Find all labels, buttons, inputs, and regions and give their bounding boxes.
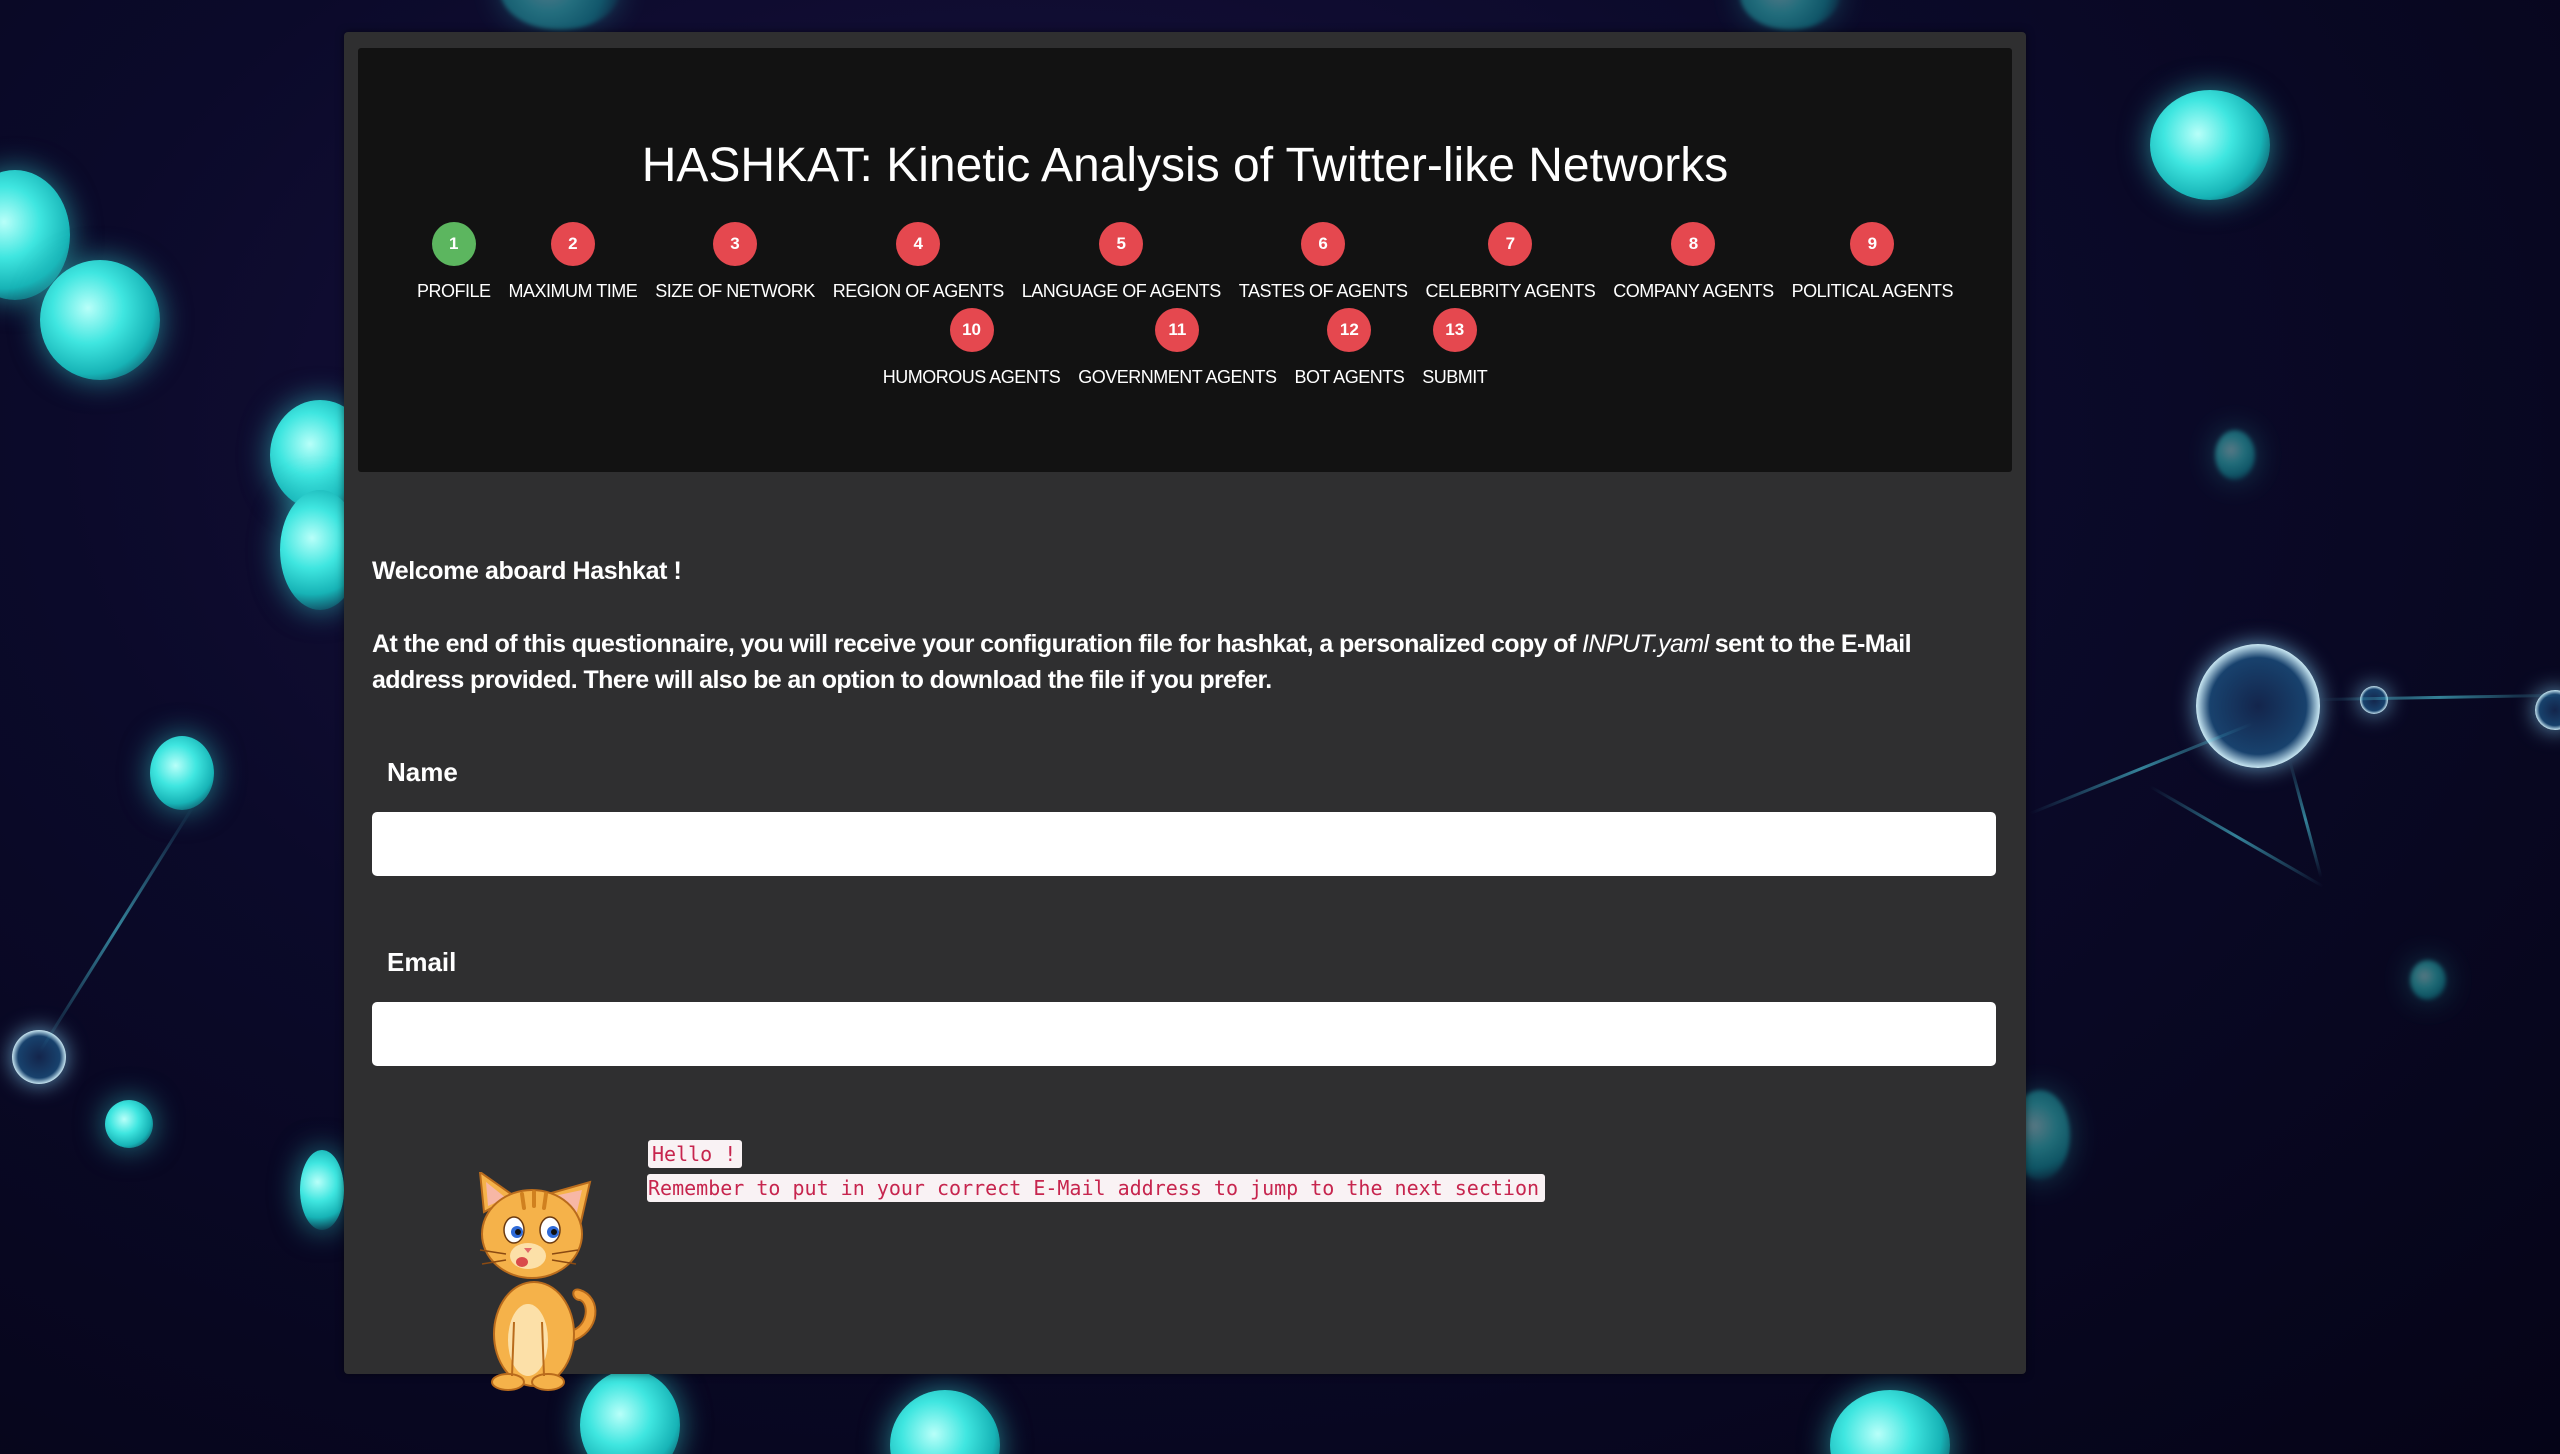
step-political-agents[interactable]: 9 POLITICAL AGENTS (1791, 222, 1954, 302)
email-input[interactable] (372, 1002, 1996, 1066)
profile-form: Welcome aboard Hashkat ! At the end of t… (372, 512, 2002, 1391)
step-label: LANGUAGE OF AGENTS (1021, 281, 1222, 301)
step-label: GOVERNMENT AGENTS (1078, 367, 1277, 387)
intro-filename: INPUT.yaml (1582, 630, 1709, 658)
cat-mascot-icon (462, 1169, 602, 1392)
progress-steps-row-2: 10 HUMOROUS AGENTS 11 GOVERNMENT AGENTS … (358, 308, 2012, 388)
step-tastes-of-agents[interactable]: 6 TASTES OF AGENTS (1239, 222, 1408, 302)
step-profile[interactable]: 1 PROFILE (417, 222, 491, 302)
step-company-agents[interactable]: 8 COMPANY AGENTS (1613, 222, 1774, 302)
step-label: MAXIMUM TIME (508, 281, 638, 301)
step-number-badge: 8 (1671, 222, 1716, 266)
step-number-badge: 9 (1850, 222, 1895, 266)
step-number-badge: 13 (1432, 308, 1477, 352)
step-number-badge: 10 (949, 308, 994, 352)
step-number-badge: 11 (1155, 308, 1200, 352)
step-number-badge: 4 (896, 222, 941, 266)
step-bot-agents[interactable]: 12 BOT AGENTS (1295, 308, 1405, 388)
intro-paragraph: At the end of this questionnaire, you wi… (372, 626, 2002, 698)
progress-steps-row-1: 1 PROFILE 2 MAXIMUM TIME 3 SIZE OF NETWO… (358, 222, 2012, 302)
step-number-badge: 6 (1301, 222, 1346, 266)
step-label: HUMOROUS AGENTS (882, 367, 1061, 387)
step-number-badge: 7 (1488, 222, 1533, 266)
email-label: Email (387, 947, 457, 977)
step-label: REGION OF AGENTS (832, 281, 1005, 301)
step-label: PROFILE (417, 281, 491, 301)
name-label: Name (387, 757, 458, 787)
step-humorous-agents[interactable]: 10 HUMOROUS AGENTS (883, 308, 1061, 388)
mascot-message: Hello ! Remember to put in your correct … (647, 1140, 1546, 1208)
questionnaire-panel: HASHKAT: Kinetic Analysis of Twitter-lik… (344, 32, 2026, 1391)
step-number-badge: 12 (1327, 308, 1372, 352)
step-number-badge: 1 (431, 222, 476, 266)
mascot-message-hint: Remember to put in your correct E-Mail a… (647, 1174, 1546, 1202)
intro-text-before: At the end of this questionnaire, you wi… (372, 630, 1583, 658)
mascot-message-greeting: Hello ! (648, 1140, 743, 1168)
step-label: POLITICAL AGENTS (1791, 281, 1954, 301)
step-label: SUBMIT (1422, 367, 1488, 387)
step-number-badge: 2 (550, 222, 595, 266)
header: HASHKAT: Kinetic Analysis of Twitter-lik… (358, 48, 2012, 472)
step-submit[interactable]: 13 SUBMIT (1422, 308, 1488, 388)
step-region-of-agents[interactable]: 4 REGION OF AGENTS (833, 222, 1004, 302)
step-size-of-network[interactable]: 3 SIZE OF NETWORK (655, 222, 815, 302)
step-maximum-time[interactable]: 2 MAXIMUM TIME (509, 222, 638, 302)
step-label: TASTES OF AGENTS (1238, 281, 1408, 301)
step-label: SIZE OF NETWORK (655, 281, 815, 301)
name-input[interactable] (372, 812, 1996, 876)
welcome-heading: Welcome aboard Hashkat ! (372, 557, 682, 585)
step-label: CELEBRITY AGENTS (1425, 281, 1596, 301)
page-title: HASHKAT: Kinetic Analysis of Twitter-lik… (641, 139, 1729, 192)
step-number-badge: 3 (712, 222, 757, 266)
step-number-badge: 5 (1099, 222, 1144, 266)
step-government-agents[interactable]: 11 GOVERNMENT AGENTS (1078, 308, 1277, 388)
step-language-of-agents[interactable]: 5 LANGUAGE OF AGENTS (1022, 222, 1221, 302)
step-label: COMPANY AGENTS (1613, 281, 1774, 301)
step-label: BOT AGENTS (1294, 367, 1405, 387)
step-celebrity-agents[interactable]: 7 CELEBRITY AGENTS (1426, 222, 1596, 302)
